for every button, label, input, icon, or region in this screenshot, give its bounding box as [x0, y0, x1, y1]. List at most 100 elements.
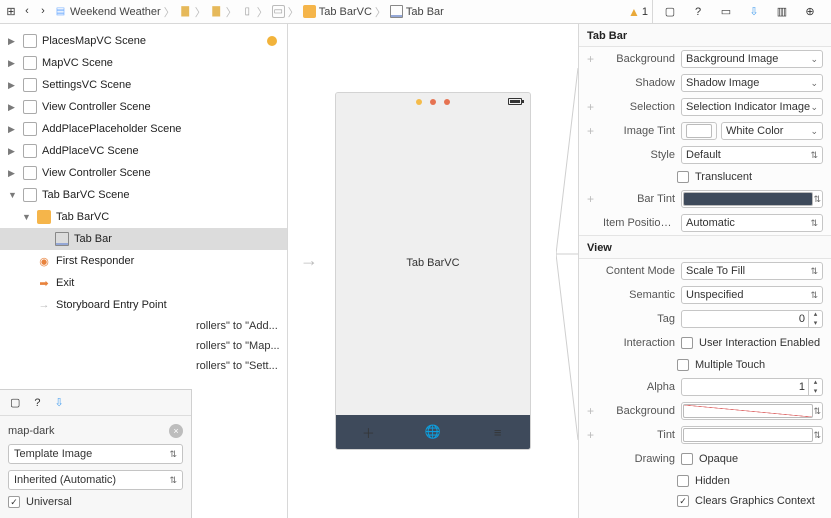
back-arrow-icon[interactable]: ‹ — [20, 5, 34, 18]
crumb-tabvc[interactable]: Tab BarVC〉 — [303, 4, 386, 20]
image-name-label: map-dark — [8, 425, 54, 437]
clears-checkbox[interactable] — [677, 495, 689, 507]
multiple-touch-row[interactable]: Multiple Touch — [579, 355, 831, 375]
crumb-tabbar[interactable]: Tab Bar — [390, 5, 444, 18]
section-header-tabbar: Tab Bar — [579, 24, 831, 47]
quick-help-icon[interactable]: ? — [691, 6, 705, 18]
scene-row[interactable]: ▶View Controller Scene — [0, 162, 287, 184]
scene-row[interactable]: ▶View Controller Scene — [0, 96, 287, 118]
semantic-select[interactable]: Unspecified⇅ — [681, 286, 823, 304]
nav-arrows: ⊞ ‹ › — [4, 5, 50, 18]
issues-badge[interactable]: ▲ 1 — [628, 5, 648, 19]
outline-item-first-responder[interactable]: ▶◉First Responder — [0, 250, 287, 272]
bar-tint-color[interactable]: ⇅ — [681, 190, 823, 208]
outline-ref-row[interactable]: rollers" to "Add... — [0, 316, 287, 336]
crumb-storyboard[interactable]: ▭〉 — [272, 4, 299, 20]
crumb-project[interactable]: ▤ Weekend Weather〉 — [54, 4, 175, 20]
chevron-down-icon: ⌄ — [810, 126, 818, 137]
prop-image-tint: + Image Tint White Color⌄ — [579, 119, 831, 143]
warning-icon: ▲ — [628, 5, 640, 19]
file-icon: ▯ — [241, 5, 254, 18]
crumb-folder[interactable]: ▇〉 — [210, 4, 237, 20]
clears-row[interactable]: Clears Graphics Context — [579, 491, 831, 511]
style-select[interactable]: Default⇅ — [681, 146, 823, 164]
file-inspector-icon[interactable]: ▢ — [663, 5, 677, 18]
outline-ref-row[interactable]: rollers" to "Map... — [0, 336, 287, 356]
background-image-select[interactable]: Background Image⌄ — [681, 50, 823, 68]
outline-item-tabvc[interactable]: ▼Tab BarVC — [0, 206, 287, 228]
tag-input[interactable]: 0▴▾ — [681, 310, 823, 328]
stepper[interactable]: ▴▾ — [808, 378, 822, 396]
selection-image-select[interactable]: Selection Indicator Image⌄ — [681, 98, 823, 116]
clear-icon[interactable]: × — [169, 424, 183, 438]
plus-icon[interactable]: ＋ — [359, 423, 377, 442]
scene-row[interactable]: ▶MapVC Scene — [0, 52, 287, 74]
tabbar-icon — [390, 5, 403, 18]
plus-icon[interactable]: + — [587, 192, 597, 206]
universal-row[interactable]: Universal — [8, 496, 183, 508]
universal-checkbox[interactable] — [8, 496, 20, 508]
scene-icon — [23, 100, 37, 114]
file-inspector-icon[interactable]: ▢ — [10, 396, 20, 409]
crumb-folder[interactable]: ▇〉 — [179, 4, 206, 20]
globe-icon[interactable]: 🌐 — [424, 424, 442, 440]
translucent-row[interactable]: Translucent — [579, 167, 831, 187]
quick-help-icon[interactable]: ? — [34, 397, 40, 409]
size-inspector-icon[interactable]: ▥ — [775, 5, 789, 18]
scene-row[interactable]: ▶SettingsVC Scene — [0, 74, 287, 96]
tint-color[interactable]: ⇅ — [681, 426, 823, 444]
plus-icon[interactable]: + — [587, 52, 597, 66]
outline-item-entry-point[interactable]: ▶→Storyboard Entry Point — [0, 294, 287, 316]
scene-row[interactable]: ▼Tab BarVC Scene — [0, 184, 287, 206]
phone-tabbar[interactable]: ＋ 🌐 ≡ — [336, 415, 530, 449]
alpha-input[interactable]: 1▴▾ — [681, 378, 823, 396]
shadow-image-select[interactable]: Shadow Image⌄ — [681, 74, 823, 92]
plus-icon[interactable]: + — [587, 100, 597, 114]
connections-inspector-icon[interactable]: ⊕ — [803, 5, 817, 18]
user-interaction-checkbox[interactable] — [681, 337, 693, 349]
scene-row[interactable]: ▶AddPlacePlaceholder Scene — [0, 118, 287, 140]
image-name-row: map-dark × — [8, 424, 183, 438]
canvas[interactable]: → Tab BarVC ＋ 🌐 ≡ — [288, 24, 578, 518]
plus-icon[interactable]: + — [587, 404, 597, 418]
image-tint-swatch[interactable] — [681, 122, 717, 140]
chevron-updown-icon: ⇅ — [810, 290, 818, 301]
crumb-file[interactable]: ▯〉 — [241, 4, 268, 20]
attributes-icon[interactable]: ⇩ — [55, 396, 64, 409]
background-color[interactable]: ⇅ — [681, 402, 823, 420]
grid-icon[interactable]: ⊞ — [4, 5, 18, 18]
battery-icon — [508, 98, 522, 105]
render-as-select[interactable]: Template Image⇅ — [8, 444, 183, 464]
forward-arrow-icon[interactable]: › — [36, 5, 50, 18]
scene-row[interactable]: ▶PlacesMapVC Scene — [0, 30, 287, 52]
device-preview[interactable]: Tab BarVC ＋ 🌐 ≡ — [335, 92, 531, 450]
identity-inspector-icon[interactable]: ▭ — [719, 5, 733, 18]
item-positioning-select[interactable]: Automatic⇅ — [681, 214, 823, 232]
stepper[interactable]: ▴▾ — [808, 310, 822, 328]
document-outline: ▶PlacesMapVC Scene ▶MapVC Scene ▶Setting… — [0, 24, 288, 518]
scale-select[interactable]: Inherited (Automatic)⇅ — [8, 470, 183, 490]
jump-bar: ⊞ ‹ › ▤ Weekend Weather〉 ▇〉 ▇〉 ▯〉 ▭〉 Tab… — [0, 0, 831, 24]
menu-icon[interactable]: ≡ — [489, 425, 507, 440]
hidden-row[interactable]: Hidden — [579, 471, 831, 491]
translucent-checkbox[interactable] — [677, 171, 689, 183]
content-mode-select[interactable]: Scale To Fill⇅ — [681, 262, 823, 280]
arrow-right-icon: → — [37, 298, 51, 312]
attributes-inspector-icon[interactable]: ⇩ — [747, 5, 761, 18]
hidden-checkbox[interactable] — [677, 475, 689, 487]
scene-row[interactable]: ▶AddPlaceVC Scene — [0, 140, 287, 162]
image-tint-select[interactable]: White Color⌄ — [721, 122, 823, 140]
scene-icon — [23, 188, 37, 202]
multiple-touch-checkbox[interactable] — [677, 359, 689, 371]
phone-statusbar — [336, 93, 530, 111]
outline-item-exit[interactable]: ▶➡Exit — [0, 272, 287, 294]
opaque-checkbox[interactable] — [681, 453, 693, 465]
plus-icon[interactable]: + — [587, 428, 597, 442]
user-interaction-label: User Interaction Enabled — [699, 337, 820, 349]
plus-icon[interactable]: + — [587, 124, 597, 138]
outline-ref-row[interactable]: rollers" to "Sett... — [0, 356, 287, 376]
scene-title-label: Tab BarVC — [406, 257, 459, 269]
exit-icon: ➡ — [37, 276, 51, 290]
outline-refs: rollers" to "Add... rollers" to "Map... … — [0, 316, 287, 376]
outline-item-tabbar[interactable]: ▶Tab Bar — [0, 228, 287, 250]
